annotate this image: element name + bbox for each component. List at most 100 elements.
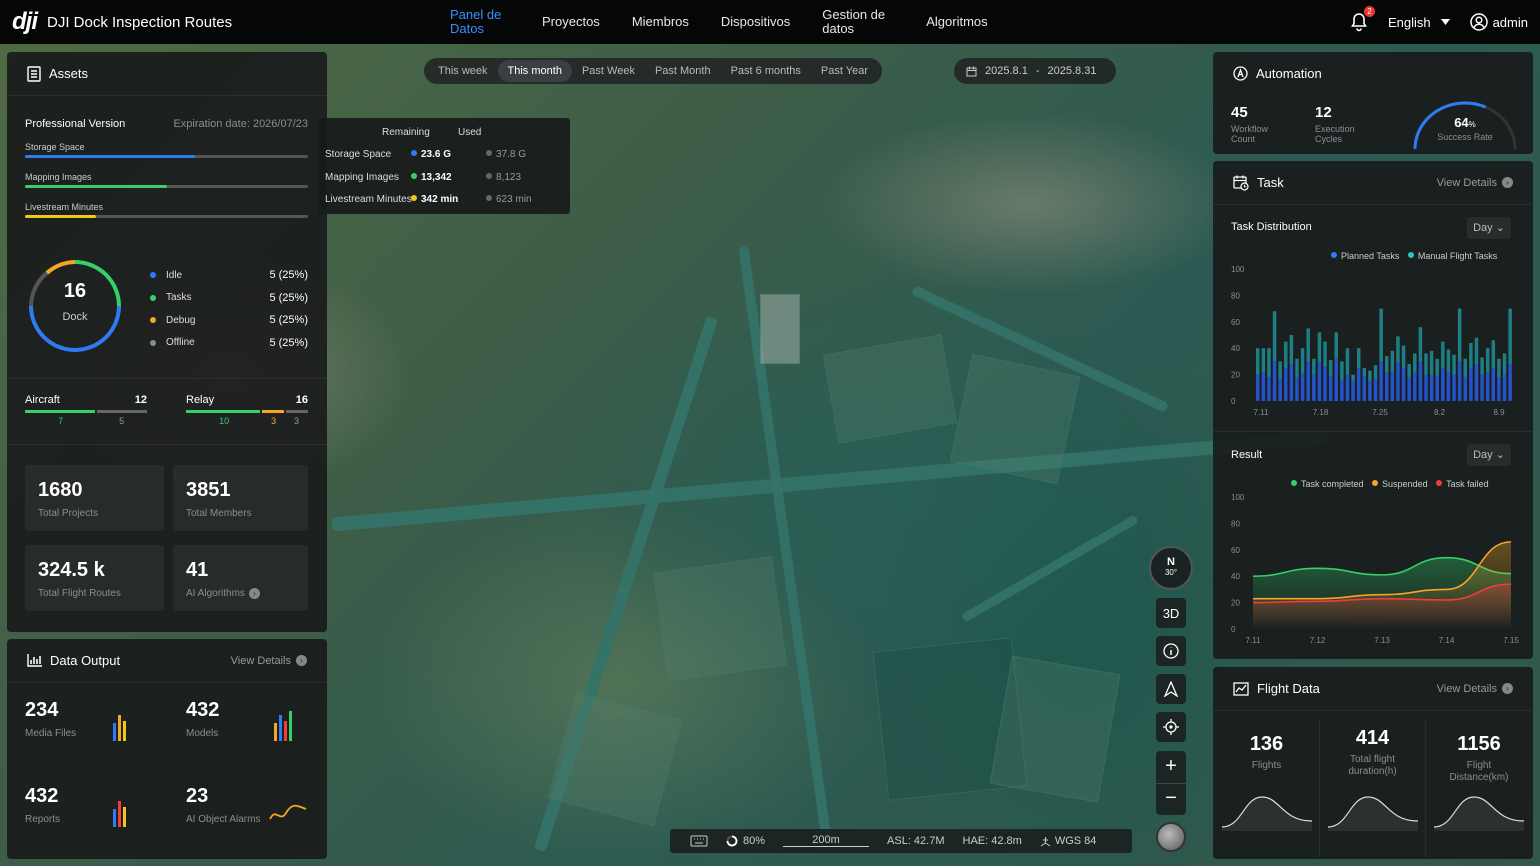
bar-manual [1508, 308, 1512, 365]
stat-label: Total Flight Routes [38, 588, 121, 599]
flight-data-header: Flight Data View Details › [1213, 667, 1533, 711]
date-range-picker[interactable]: 2025.8.1 - 2025.8.31 [954, 58, 1116, 84]
usage-bar-row[interactable]: Livestream Minutes [25, 202, 308, 218]
task-distribution-period-select[interactable]: Day ⌄ [1467, 217, 1511, 239]
bar-planned [1345, 374, 1350, 401]
output-item[interactable]: 234 Media Files [25, 699, 147, 759]
bar-manual [1491, 340, 1496, 368]
bar-planned [1469, 368, 1473, 401]
flight-data-view-details[interactable]: View Details › [1437, 683, 1513, 695]
notifications-button[interactable]: 2 [1350, 6, 1375, 32]
bar-planned [1435, 375, 1439, 401]
status-dot [150, 294, 156, 301]
nav-dispositivos[interactable]: Dispositivos [721, 15, 790, 29]
stat-card-members[interactable]: 3851 Total Members [173, 465, 308, 531]
bar-planned [1429, 374, 1434, 401]
tooltip-remaining-value: 23.6 G [421, 149, 452, 160]
bar-planned [1295, 377, 1299, 401]
y-tick-label: 60 [1231, 318, 1240, 327]
flight-stat-column[interactable]: 136 Flights [1214, 719, 1320, 857]
view-details-label: View Details [1436, 682, 1497, 695]
bar-manual [1452, 354, 1456, 375]
basemap-switcher[interactable] [1156, 822, 1186, 852]
bar-manual [1289, 335, 1294, 365]
output-item[interactable]: 23 AI Object Alarms [186, 785, 308, 845]
stat-value: 324.5 k [38, 559, 105, 581]
bar-manual [1373, 365, 1378, 379]
bar-planned [1390, 371, 1395, 401]
nav-proyectos[interactable]: Proyectos [542, 15, 600, 29]
bar-manual [1295, 358, 1299, 378]
compass-north: N [1167, 556, 1175, 568]
legend-planned: Planned Tasks [1341, 251, 1400, 261]
info-button[interactable] [1156, 636, 1186, 666]
usage-bar-row[interactable]: Mapping Images [25, 172, 308, 188]
stat-card-projects[interactable]: 1680 Total Projects [25, 465, 164, 531]
donut-debug-segment [45, 260, 76, 275]
relay-summary: Relay 16 10 3 3 [186, 394, 308, 426]
usage-bar-row[interactable]: Storage Space [25, 142, 308, 158]
task-view-details[interactable]: View Details › [1437, 177, 1513, 189]
arrow-right-icon: › [296, 655, 307, 666]
nav-miembros[interactable]: Miembros [632, 15, 689, 29]
y-tick-label: 100 [1231, 265, 1245, 274]
flight-stat-column[interactable]: 414 Total flight duration(h) [1320, 719, 1426, 857]
dock-count: 16 [63, 280, 87, 302]
status-value: 5 (25%) [269, 291, 308, 304]
flight-data-title: Flight Data [1257, 681, 1320, 696]
bar-planned [1452, 374, 1456, 401]
bar-planned [1508, 364, 1512, 401]
stat-card-ai-algorithms[interactable]: 41 AI Algorithms › [173, 545, 308, 611]
3d-toggle-button[interactable]: 3D [1156, 598, 1186, 628]
bar-manual [1256, 348, 1260, 375]
output-item[interactable]: 432 Reports [25, 785, 147, 845]
data-output-view-details[interactable]: View Details › [231, 655, 307, 667]
status-label: Offline [166, 337, 195, 349]
usage-bar-fill [25, 185, 167, 188]
nav-panel-de-datos[interactable]: Panel de Datos [450, 8, 510, 36]
filter-past-6-months[interactable]: Past 6 months [721, 60, 811, 82]
stat-label: Total Members [186, 508, 252, 519]
scale-bar: 200m [783, 835, 870, 847]
filter-past-year[interactable]: Past Year [811, 60, 878, 82]
zoom-in-button[interactable]: + [1165, 751, 1177, 783]
map-status-bar: 80% 200m ASL: 42.7M HAE: 42.8m WGS 84 [670, 829, 1132, 853]
stat-value: 41 [186, 559, 209, 581]
user-menu[interactable]: admin [1469, 13, 1528, 31]
compass[interactable]: N 30° [1149, 546, 1193, 590]
task-distribution-title: Task Distribution [1231, 221, 1312, 233]
view-details-label: View Details [230, 654, 291, 667]
assets-title: Assets [49, 66, 89, 81]
bar-manual [1401, 345, 1406, 368]
stat-card-flight-routes[interactable]: 324.5 k Total Flight Routes [25, 545, 164, 611]
task-distribution-legend: Planned Tasks Manual Flight Tasks [1331, 251, 1497, 261]
locate-button[interactable] [1156, 712, 1186, 742]
filter-past-week[interactable]: Past Week [572, 60, 645, 82]
top-navigation-bar: dji DJI Dock Inspection Routes Panel de … [0, 0, 1540, 44]
stat-label: Total Projects [38, 508, 99, 519]
result-period-select[interactable]: Day ⌄ [1467, 444, 1511, 466]
view-details-label: View Details [1436, 176, 1497, 189]
bar-manual [1328, 360, 1333, 376]
zoom-out-button[interactable]: − [1156, 783, 1186, 815]
filter-this-week[interactable]: This week [428, 60, 498, 82]
filter-this-month[interactable]: This month [497, 60, 572, 82]
keyboard-icon[interactable] [690, 835, 708, 847]
nav-algoritmos[interactable]: Algoritmos [926, 15, 987, 29]
output-item[interactable]: 432 Models [186, 699, 308, 759]
filter-past-month[interactable]: Past Month [645, 60, 721, 82]
navigate-button[interactable] [1156, 674, 1186, 704]
bar-planned [1480, 374, 1484, 401]
main-nav: Panel de Datos Proyectos Miembros Dispos… [450, 0, 1020, 44]
tooltip-dot [411, 150, 417, 156]
app-title: DJI Dock Inspection Routes [47, 13, 233, 31]
workflow-label-1: Workflow [1231, 124, 1268, 134]
language-selector[interactable]: English [1388, 15, 1450, 30]
language-label: English [1387, 14, 1431, 30]
flight-stat-column[interactable]: 1156 Flight Distance(km) [1426, 719, 1532, 857]
info-arrow-icon[interactable]: › [248, 588, 260, 599]
usage-bar-label: Livestream Minutes [25, 202, 104, 212]
nav-gestion-de-datos[interactable]: Gestion de datos [822, 8, 894, 36]
period-label: Day [1473, 449, 1493, 461]
bar-manual [1334, 332, 1338, 359]
